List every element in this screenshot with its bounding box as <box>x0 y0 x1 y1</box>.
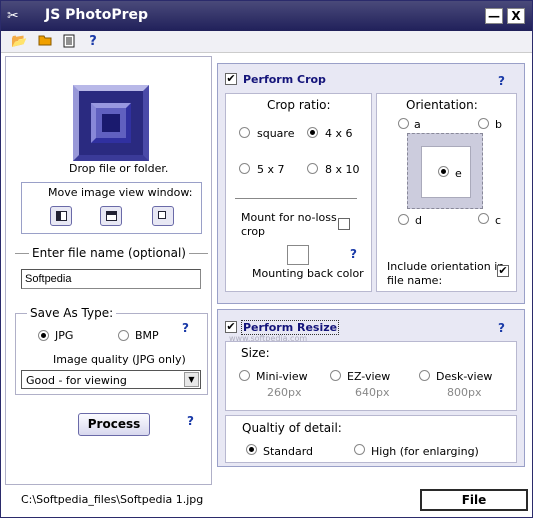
ratio-8x10-label: 8 x 10 <box>325 163 360 176</box>
quality-select[interactable]: Good - for viewing ▼ <box>21 370 201 389</box>
ratio-square-label: square <box>257 127 295 140</box>
orient-e-label: e <box>455 167 462 180</box>
scissors-icon: ✂ <box>7 8 19 24</box>
view-horizontal-button[interactable] <box>50 206 72 226</box>
chevron-down-icon[interactable]: ▼ <box>184 372 199 387</box>
file-name-input[interactable] <box>21 269 201 289</box>
toolbar: 📂 ? <box>1 31 532 53</box>
process-help-icon[interactable]: ? <box>187 414 194 428</box>
ratio-5x7-label: 5 x 7 <box>257 163 285 176</box>
high-label: High (for enlarging) <box>371 445 479 458</box>
quality-value: Good - for viewing <box>26 374 127 387</box>
crop-ratio-title: Crop ratio: <box>267 98 331 112</box>
ratio-8x10-radio[interactable] <box>307 163 318 174</box>
view-vertical-button[interactable] <box>100 206 122 226</box>
standard-radio[interactable] <box>246 444 257 455</box>
mini-view-label: Mini-view <box>256 370 308 383</box>
orient-a-radio[interactable] <box>398 118 409 129</box>
status-bar: C:\Softpedia_files\Softpedia 1.jpg File <box>5 488 530 514</box>
standard-label: Standard <box>263 445 314 458</box>
jpg-radio[interactable] <box>38 330 49 341</box>
close-button[interactable]: X <box>507 8 525 24</box>
ez-view-radio[interactable] <box>330 370 341 381</box>
save-as-help-icon[interactable]: ? <box>182 321 189 335</box>
include-orientation-line1: Include orientation in <box>387 260 505 273</box>
ratio-4x6-radio[interactable] <box>307 127 318 138</box>
resize-help-icon[interactable]: ? <box>498 321 505 335</box>
quality-label: Image quality (JPG only) <box>53 353 186 366</box>
perform-crop-checkbox[interactable]: ✔ <box>225 73 237 85</box>
document-icon[interactable] <box>61 34 77 50</box>
app-window: ✂ JS PhotoPrep — X 📂 ? Drop file or fold… <box>0 0 533 518</box>
process-button[interactable]: Process <box>78 413 150 436</box>
desk-view-px: 800px <box>447 386 482 399</box>
quality-detail-title: Qualtiy of detail: <box>242 421 342 435</box>
help-icon[interactable]: ? <box>85 34 101 50</box>
ratio-5x7-radio[interactable] <box>239 163 250 174</box>
orient-e-radio[interactable] <box>438 166 449 177</box>
file-name-title: Enter file name (optional) <box>29 246 189 260</box>
include-orientation-line2: file name: <box>387 274 443 287</box>
mount-color-swatch[interactable] <box>287 245 309 265</box>
file-path: C:\Softpedia_files\Softpedia 1.jpg <box>21 493 204 506</box>
desk-view-radio[interactable] <box>419 370 430 381</box>
drop-zone[interactable] <box>73 85 149 161</box>
save-as-title: Save As Type: <box>27 306 117 320</box>
orient-b-radio[interactable] <box>478 118 489 129</box>
divider <box>235 198 357 199</box>
mount-help-icon[interactable]: ? <box>350 247 357 261</box>
perform-resize-checkbox[interactable]: ✔ <box>225 321 237 333</box>
view-overlap-button[interactable] <box>152 206 174 226</box>
mini-view-px: 260px <box>267 386 302 399</box>
mount-bg-label: Mounting back color <box>252 267 364 280</box>
orient-d-radio[interactable] <box>398 214 409 225</box>
jpg-label: JPG <box>55 329 74 342</box>
orient-d-label: d <box>415 214 422 227</box>
orient-c-label: c <box>495 214 502 227</box>
ratio-square-radio[interactable] <box>239 127 250 138</box>
ez-view-px: 640px <box>355 386 390 399</box>
size-title: Size: <box>241 346 270 360</box>
ez-view-label: EZ-view <box>347 370 391 383</box>
mini-view-radio[interactable] <box>239 370 250 381</box>
open-folder-icon[interactable]: 📂 <box>11 34 27 50</box>
include-orientation-checkbox[interactable]: ✔ <box>497 265 509 277</box>
high-radio[interactable] <box>354 444 365 455</box>
folder-icon[interactable] <box>37 34 53 50</box>
perform-crop-title: Perform Crop <box>243 73 326 86</box>
orientation-title: Orientation: <box>406 98 478 112</box>
perform-resize-title: Perform Resize <box>241 320 340 335</box>
ratio-4x6-label: 4 x 6 <box>325 127 353 140</box>
move-window-label: Move image view window: <box>48 186 193 199</box>
bmp-radio[interactable] <box>118 330 129 341</box>
crop-help-icon[interactable]: ? <box>498 74 505 88</box>
mount-label-line2: crop <box>241 225 266 238</box>
orient-c-radio[interactable] <box>478 213 489 224</box>
mount-label-line1: Mount for no-loss <box>241 211 337 224</box>
file-button[interactable]: File <box>420 489 528 511</box>
drop-label: Drop file or folder. <box>69 162 169 175</box>
orient-b-label: b <box>495 118 502 131</box>
orient-a-label: a <box>414 118 421 131</box>
window-title: JS PhotoPrep <box>45 7 149 23</box>
mount-checkbox[interactable] <box>338 218 350 230</box>
desk-view-label: Desk-view <box>436 370 493 383</box>
minimize-button[interactable]: — <box>485 8 503 24</box>
title-bar: ✂ JS PhotoPrep — X <box>1 1 532 31</box>
bmp-label: BMP <box>135 329 159 342</box>
